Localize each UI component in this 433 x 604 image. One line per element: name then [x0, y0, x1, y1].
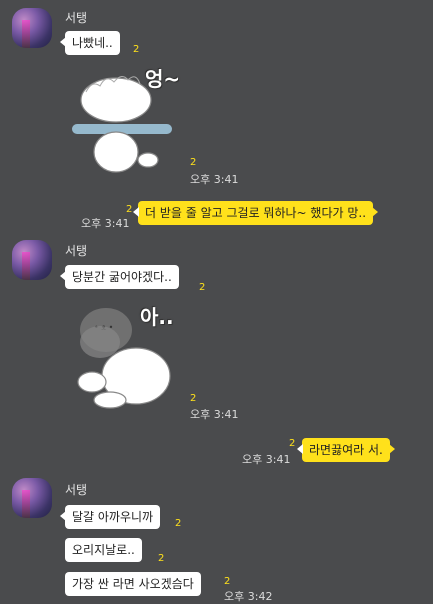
sender-avatar[interactable]: [12, 240, 52, 280]
sender-name: 서탱: [65, 11, 88, 25]
sender-name: 서탱: [65, 483, 88, 497]
timestamp: 오후 3:41: [242, 453, 291, 466]
timestamp: 오후 3:41: [81, 217, 130, 230]
unread-count: 2: [199, 282, 206, 293]
timestamp: 오후 3:42: [224, 590, 273, 603]
unread-count: 2: [190, 157, 197, 168]
message-bubble[interactable]: 달걀 아까우니까: [59, 505, 161, 529]
message-bubble[interactable]: 당분간 굶어야겠다..: [60, 265, 179, 289]
timestamp: 오후 3:41: [190, 408, 239, 421]
my-message-bubble[interactable]: 더 받을 줄 알고 그걸로 뭐하나~ 했다가 망..: [132, 201, 379, 225]
unread-count: 2: [175, 518, 182, 529]
unread-count: 2: [190, 393, 197, 404]
unread-count: 2: [133, 44, 140, 55]
unread-count: 2: [126, 204, 133, 215]
message-bubble[interactable]: 오리지날로..: [65, 538, 142, 562]
unread-count: 2: [224, 576, 231, 587]
sticker-caption: 엉~: [145, 67, 181, 91]
sender-name: 서탱: [65, 244, 88, 258]
unread-count: 2: [289, 438, 296, 449]
my-message-bubble[interactable]: 라면끓여라 서.: [297, 438, 395, 462]
sender-avatar[interactable]: [12, 478, 52, 518]
timestamp: 오후 3:41: [190, 173, 239, 186]
sender-avatar[interactable]: [12, 8, 52, 48]
message-bubble[interactable]: 나빴네..: [60, 31, 120, 55]
sticker-caption: 아..: [140, 305, 174, 329]
message-bubble[interactable]: 가장 싼 라면 사오겠슴다: [65, 572, 201, 596]
unread-count: 2: [158, 553, 165, 564]
